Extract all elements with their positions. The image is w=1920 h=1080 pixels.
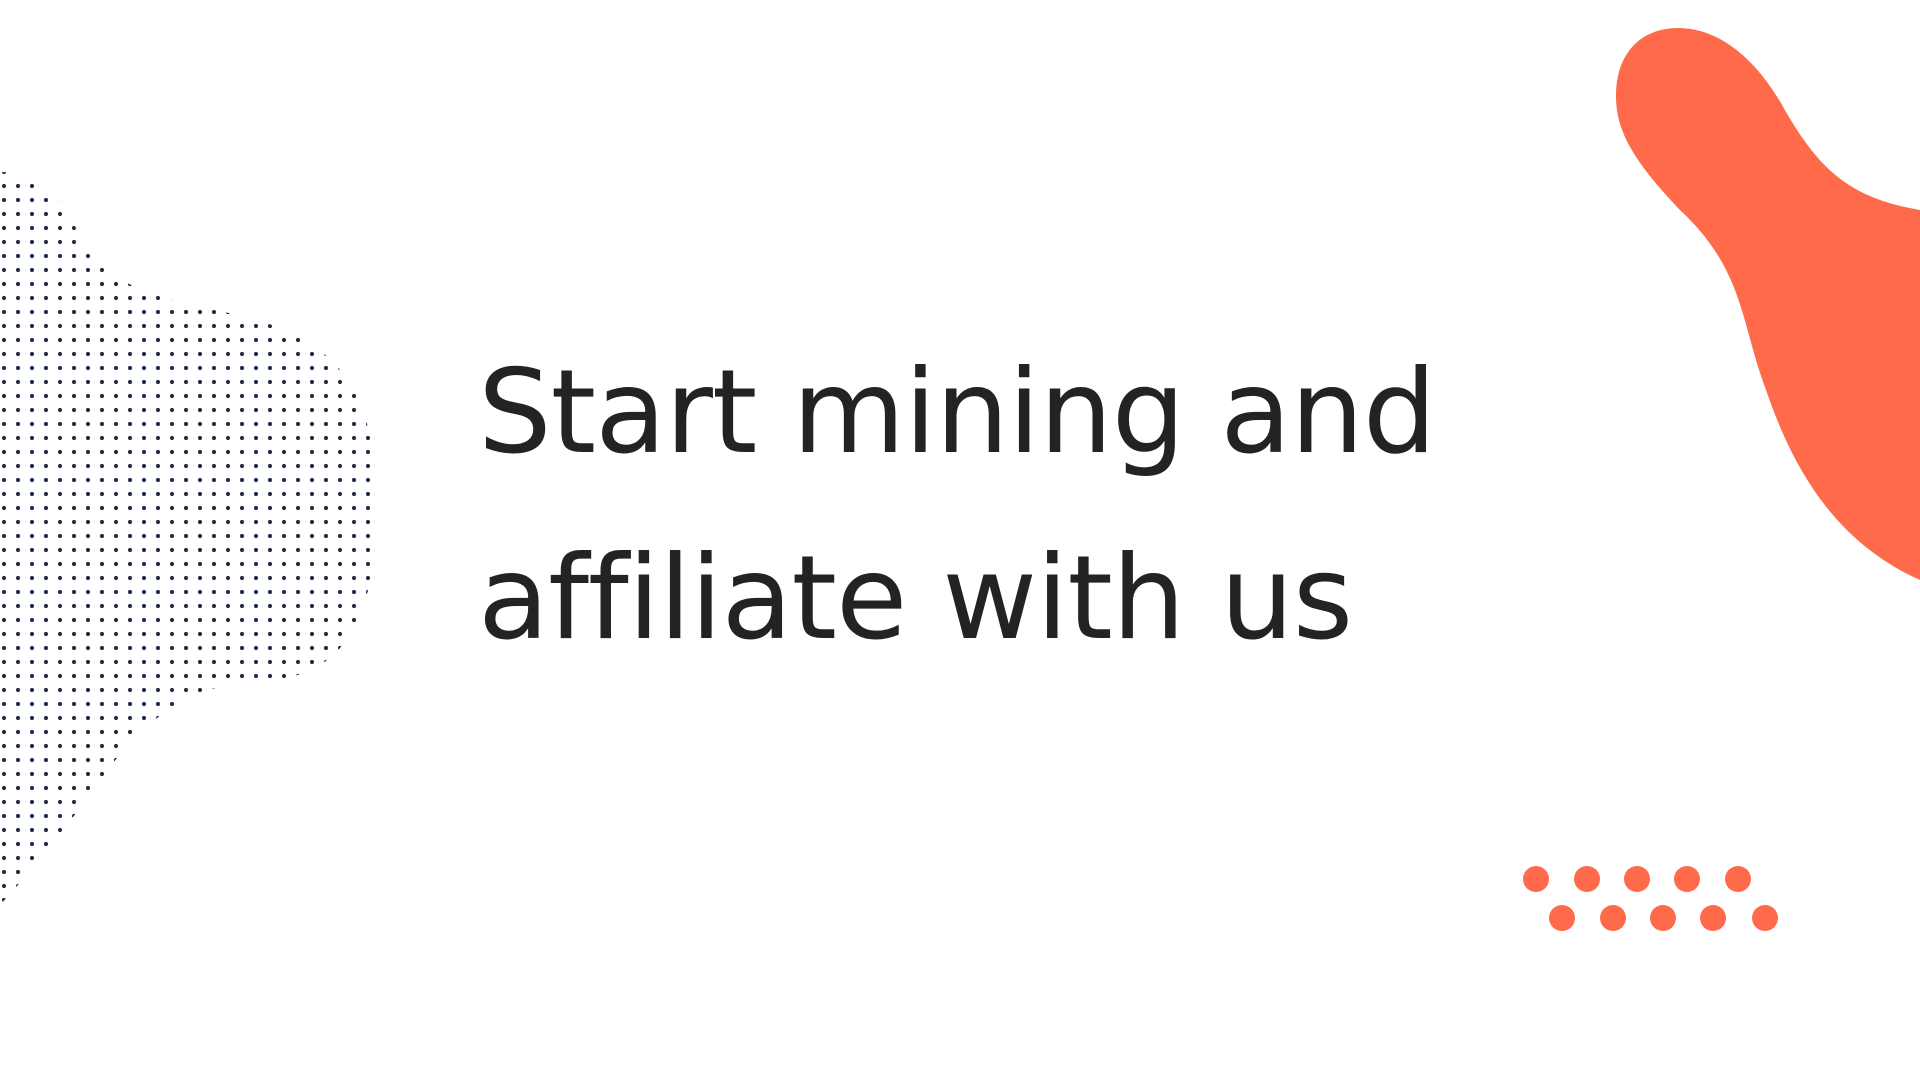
orange-blob-shape (1616, 28, 1920, 580)
orange-dot (1549, 905, 1575, 931)
orange-dot (1600, 905, 1626, 931)
orange-dot (1752, 905, 1778, 931)
dotted-blob-shape (0, 172, 378, 905)
orange-dot (1674, 866, 1700, 892)
orange-dot (1650, 905, 1676, 931)
orange-dot (1574, 866, 1600, 892)
orange-dot (1624, 866, 1650, 892)
orange-dot (1700, 905, 1726, 931)
headline-line-1: Start mining and (478, 345, 1436, 480)
headline: Start mining and affiliate with us (478, 320, 1578, 692)
orange-dot (1523, 866, 1549, 892)
headline-line-2: affiliate with us (478, 531, 1353, 666)
slide: Start mining and affiliate with us (0, 0, 1920, 1080)
orange-dot-grid (1523, 866, 1778, 931)
orange-dot (1725, 866, 1751, 892)
